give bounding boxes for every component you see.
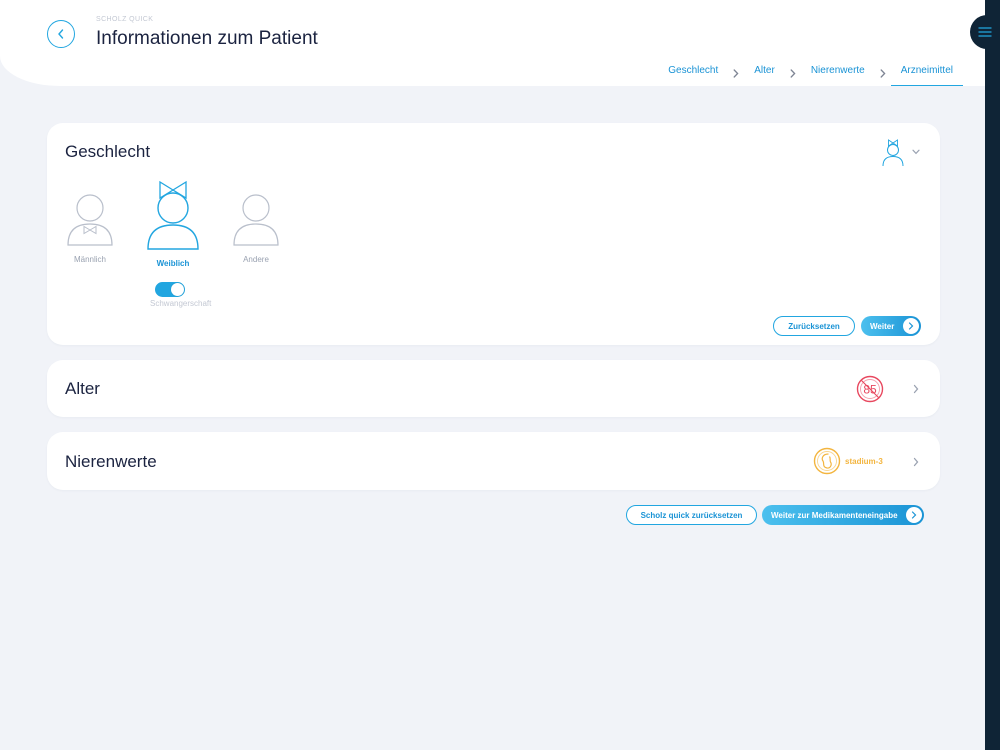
chevron-left-icon xyxy=(58,29,64,39)
gender-card: Geschlecht Männlich Weiblich Andere Schw… xyxy=(47,123,940,345)
continue-medication-label: Weiter zur Medikamenteneingabe xyxy=(771,510,898,520)
pregnancy-label: Schwangerschaft xyxy=(150,299,212,308)
reset-button[interactable]: Zurücksetzen xyxy=(773,316,855,336)
neutral-avatar-icon xyxy=(233,194,279,246)
pregnancy-toggle[interactable] xyxy=(155,282,185,297)
gender-label-other: Andere xyxy=(243,255,269,264)
kidney-stage: stadium-3 xyxy=(845,457,883,466)
chevron-right-icon xyxy=(906,507,922,523)
page-header: SCHOLZ QUICK Informationen zum Patient G… xyxy=(0,0,985,86)
app-brand: SCHOLZ QUICK xyxy=(96,16,154,23)
side-rail xyxy=(985,0,1000,750)
chevron-right-icon xyxy=(913,384,919,394)
gender-option-other[interactable]: Andere xyxy=(221,191,291,264)
chevron-right-icon xyxy=(913,457,919,467)
next-button[interactable]: Weiter xyxy=(861,316,921,336)
chevron-right-icon xyxy=(875,60,891,86)
chevron-right-icon xyxy=(728,60,744,86)
step-arzneimittel[interactable]: Arzneimittel xyxy=(890,60,964,86)
step-navigation: Geschlecht Alter Nierenwerte Arzneimitte… xyxy=(658,60,964,86)
step-nierenwerte[interactable]: Nierenwerte xyxy=(801,60,875,86)
toggle-knob xyxy=(171,283,184,296)
gender-option-female[interactable]: Weiblich xyxy=(138,179,208,268)
kidney-card[interactable]: Nierenwerte stadium-3 xyxy=(47,432,940,490)
female-avatar-icon xyxy=(882,139,904,167)
age-card-title: Alter xyxy=(65,379,100,398)
menu-button[interactable] xyxy=(970,15,1000,49)
female-avatar-icon xyxy=(147,180,199,250)
kidney-badge-icon xyxy=(813,447,841,475)
next-button-label: Weiter xyxy=(870,321,895,331)
chevron-right-icon xyxy=(785,60,801,86)
age-badge-icon: 85 xyxy=(856,375,884,403)
step-alter[interactable]: Alter xyxy=(744,60,785,86)
hamburger-icon xyxy=(978,27,992,37)
gender-label-female: Weiblich xyxy=(156,259,190,268)
gender-card-title: Geschlecht xyxy=(65,142,151,161)
chevron-right-icon xyxy=(903,318,919,334)
page-title: Informationen zum Patient xyxy=(96,28,318,49)
step-geschlecht[interactable]: Geschlecht xyxy=(658,60,728,86)
continue-medication-button[interactable]: Weiter zur Medikamenteneingabe xyxy=(762,505,924,525)
male-avatar-icon xyxy=(67,194,113,246)
gender-option-male[interactable]: Männlich xyxy=(55,191,125,264)
age-card[interactable]: Alter 85 xyxy=(47,360,940,417)
reset-all-button[interactable]: Scholz quick zurücksetzen xyxy=(626,505,757,525)
back-button[interactable] xyxy=(47,20,75,48)
chevron-down-icon[interactable] xyxy=(912,149,920,155)
kidney-card-title: Nierenwerte xyxy=(65,452,157,471)
gender-label-male: Männlich xyxy=(73,255,106,264)
